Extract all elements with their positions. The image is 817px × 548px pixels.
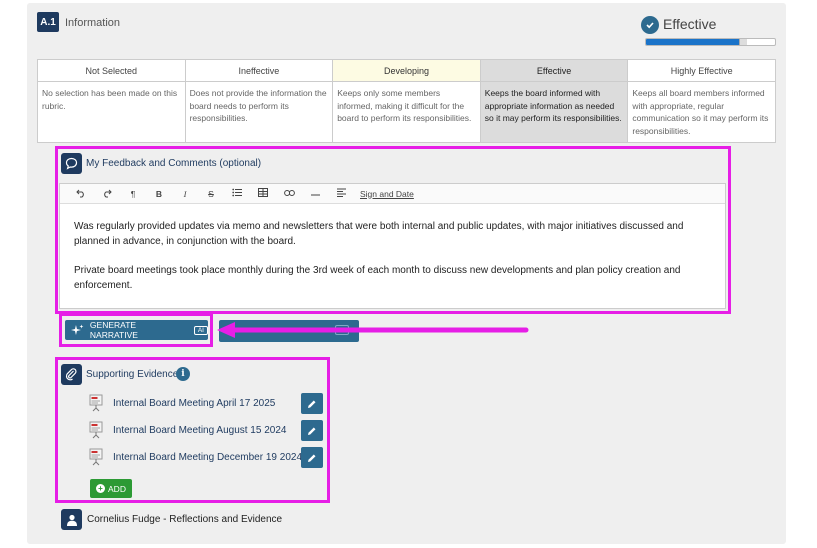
rubric-cell-highly-effective[interactable]: Keeps all board members informed with ap… — [627, 81, 776, 143]
presentation-file-icon — [89, 448, 103, 466]
bullet-list-icon[interactable] — [224, 188, 250, 199]
presentation-file-icon — [89, 421, 103, 439]
evidence-link[interactable]: Internal Board Meeting April 17 2025 — [113, 398, 275, 409]
strikethrough-button[interactable]: S — [198, 189, 224, 199]
check-circle-icon — [641, 16, 659, 34]
feedback-paragraph: Was regularly provided updates via memo … — [74, 221, 684, 247]
person-icon — [61, 509, 82, 530]
bold-button[interactable]: B — [146, 189, 172, 199]
feedback-title: My Feedback and Comments (optional) — [86, 158, 262, 169]
presentation-file-icon — [89, 394, 103, 412]
evidence-link[interactable]: Internal Board Meeting December 19 2024 — [113, 452, 302, 463]
sparkle-icon — [71, 324, 84, 335]
evidence-link[interactable]: Internal Board Meeting August 15 2024 — [113, 425, 286, 436]
rating-progress-fill — [646, 39, 743, 45]
comment-icon — [61, 153, 82, 174]
supporting-evidence-title: Supporting Evidence — [86, 369, 179, 380]
pencil-icon — [308, 454, 316, 462]
rubric-cell-ineffective[interactable]: Does not provide the information the boa… — [184, 81, 334, 143]
rating-label: Effective — [663, 16, 717, 32]
rubric-header-developing[interactable]: Developing — [332, 59, 481, 82]
horizontal-rule-icon[interactable] — [302, 189, 328, 199]
table-icon[interactable] — [250, 188, 276, 199]
generate-narrative-label: GENERATE NARRATIVE — [89, 320, 138, 340]
evidence-item: Internal Board Meeting December 19 2024 — [89, 447, 325, 469]
rating-progress-bar — [645, 38, 776, 46]
rubric-header-not-selected[interactable]: Not Selected — [37, 59, 186, 82]
edit-evidence-button[interactable] — [301, 420, 323, 441]
evidence-item: Internal Board Meeting August 15 2024 — [89, 420, 325, 442]
reflections-link[interactable]: Cornelius Fudge - Reflections and Eviden… — [87, 514, 282, 525]
section-badge: A.1 — [37, 12, 59, 32]
sign-and-date-button[interactable]: Sign and Date — [360, 189, 414, 199]
align-icon[interactable] — [328, 188, 354, 199]
rubric-table: Not Selected Ineffective Developing Effe… — [37, 59, 776, 143]
editor-content[interactable]: Was regularly provided updates via memo … — [60, 204, 725, 293]
rating-progress-handle — [738, 39, 747, 45]
rubric-header-effective[interactable]: Effective — [479, 59, 629, 82]
add-evidence-label: ADD — [108, 483, 126, 494]
edit-evidence-button[interactable] — [301, 393, 323, 414]
annotation-arrow — [217, 322, 529, 338]
generate-narrative-button[interactable]: GENERATE NARRATIVE AI — [65, 320, 208, 340]
info-icon[interactable]: i — [176, 367, 190, 381]
feedback-editor[interactable]: ¶ B I S Sign and Date Was regularly prov… — [59, 183, 726, 309]
evidence-item: Internal Board Meeting April 17 2025 — [89, 393, 325, 415]
italic-button[interactable]: I — [172, 189, 198, 199]
pencil-icon — [308, 400, 316, 408]
rubric-cell-effective[interactable]: Keeps the board informed with appropriat… — [479, 81, 629, 143]
undo-icon[interactable] — [68, 188, 94, 200]
rubric-header-highly-effective[interactable]: Highly Effective — [627, 59, 776, 82]
add-evidence-button[interactable]: + ADD — [90, 479, 132, 498]
ai-tag: AI — [193, 325, 208, 335]
edit-evidence-button[interactable] — [301, 447, 323, 468]
paperclip-icon — [61, 364, 82, 385]
redo-icon[interactable] — [94, 188, 120, 200]
pencil-icon — [308, 427, 316, 435]
plus-circle-icon: + — [96, 484, 106, 493]
editor-toolbar: ¶ B I S Sign and Date — [60, 184, 725, 204]
paragraph-icon[interactable]: ¶ — [120, 189, 146, 199]
rubric-header-ineffective[interactable]: Ineffective — [184, 59, 334, 82]
rubric-cell-not-selected[interactable]: No selection has been made on this rubri… — [37, 81, 186, 143]
link-icon[interactable] — [276, 189, 302, 199]
section-title: Information — [65, 17, 121, 29]
rubric-cell-developing[interactable]: Keeps only some members informed, making… — [332, 81, 481, 143]
feedback-paragraph: Private board meetings took place monthl… — [74, 265, 681, 291]
